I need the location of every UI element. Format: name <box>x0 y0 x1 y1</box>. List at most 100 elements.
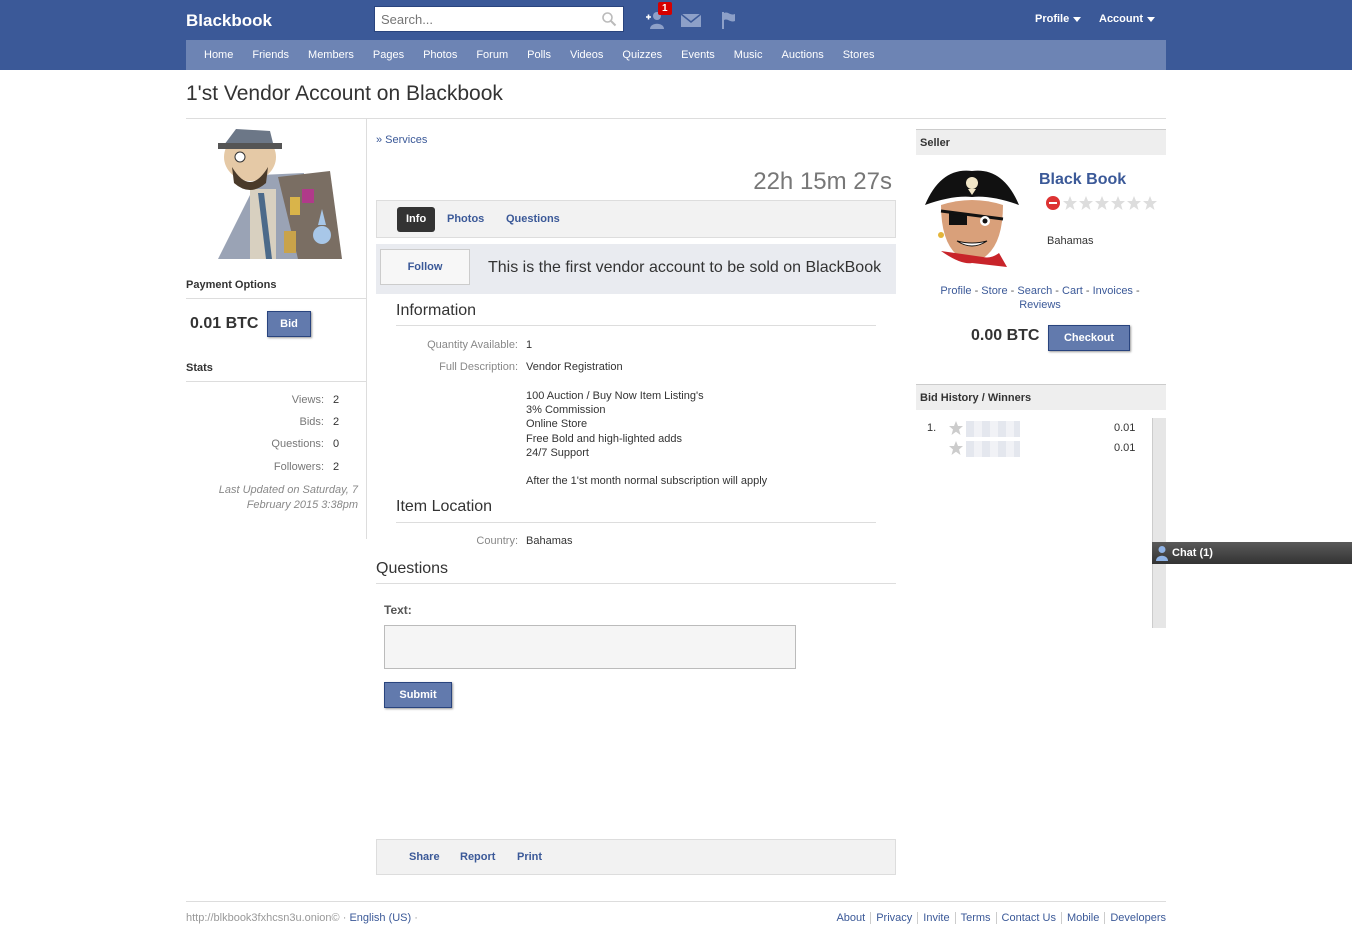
nav-photos[interactable]: Photos <box>423 40 457 70</box>
description-line: After the 1'st month normal subscription… <box>526 475 768 488</box>
account-menu[interactable]: Account <box>1099 13 1155 25</box>
payment-options-heading: Payment Options <box>186 279 366 299</box>
bid-history-row: 0.01 <box>920 439 1140 457</box>
listing-image[interactable] <box>200 127 346 259</box>
left-sidebar: Payment Options 0.01 BTC Bid Stats Views… <box>186 119 367 539</box>
bidder-name-redacted[interactable] <box>966 421 1020 437</box>
follow-button[interactable]: Follow <box>380 249 470 285</box>
seller-country: Bahamas <box>1047 235 1094 247</box>
section-divider <box>376 583 896 584</box>
submit-button[interactable]: Submit <box>384 682 452 708</box>
listing-headline: This is the first vendor account to be s… <box>488 259 882 276</box>
description-body: 100 Auction / Buy Now Item Listing's 3% … <box>526 389 767 488</box>
star-icon <box>1127 196 1141 210</box>
last-updated: Last Updated on Saturday, 7 February 201… <box>218 484 358 511</box>
listing-tabs: Info Photos Questions <box>376 200 896 238</box>
current-price: 0.01 BTC <box>190 315 259 332</box>
search-input[interactable] <box>375 7 595 31</box>
information-heading: Information <box>396 302 477 319</box>
bid-history-scrollbar[interactable] <box>1152 418 1166 628</box>
footer-developers-link[interactable]: Developers <box>1104 912 1166 924</box>
tab-questions[interactable]: Questions <box>497 207 569 232</box>
star-icon <box>1079 196 1093 210</box>
nav-quizzes[interactable]: Quizzes <box>622 40 662 70</box>
main-nav: Home Friends Members Pages Photos Forum … <box>186 40 1166 70</box>
stat-value: 2 <box>333 461 340 473</box>
notification-badge[interactable]: 1 <box>658 2 672 15</box>
section-divider <box>396 522 876 523</box>
description-line: Free Bold and high-lighted adds <box>526 432 682 445</box>
nav-members[interactable]: Members <box>308 40 354 70</box>
bid-history-heading: Bid History / Winners <box>916 384 1166 410</box>
quantity-label: Quantity Available: <box>427 339 518 351</box>
star-icon <box>1143 196 1157 210</box>
bid-amount: 0.01 <box>1114 422 1136 434</box>
follow-bar: Follow This is the first vendor account … <box>376 244 896 294</box>
description-line: Online Store <box>526 418 588 431</box>
seller-cart-link[interactable]: Cart <box>1062 285 1083 297</box>
quantity-value: 1 <box>526 339 533 351</box>
bid-button[interactable]: Bid <box>267 311 311 337</box>
nav-polls[interactable]: Polls <box>527 40 551 70</box>
stat-value: 2 <box>333 416 340 428</box>
breadcrumb[interactable]: » Services <box>376 134 427 146</box>
nav-stores[interactable]: Stores <box>843 40 875 70</box>
search-box <box>374 6 624 32</box>
stat-label: Followers: <box>273 461 324 473</box>
report-link[interactable]: Report <box>460 851 495 863</box>
seller-search-link[interactable]: Search <box>1017 285 1052 297</box>
footer-privacy-link[interactable]: Privacy <box>870 912 917 924</box>
bidder-name-redacted[interactable] <box>966 441 1020 457</box>
nav-pages[interactable]: Pages <box>373 40 404 70</box>
description-line <box>526 460 767 474</box>
checkout-button[interactable]: Checkout <box>1048 325 1130 351</box>
description-line: 24/7 Support <box>526 446 589 459</box>
seller-reviews-link[interactable]: Reviews <box>1019 299 1061 311</box>
footer-terms-link[interactable]: Terms <box>954 912 996 924</box>
footer-contact-link[interactable]: Contact Us <box>995 912 1061 924</box>
language-selector[interactable]: English (US) <box>349 912 411 924</box>
flag-icon[interactable] <box>718 10 740 30</box>
search-icon[interactable] <box>601 11 617 27</box>
share-link[interactable]: Share <box>409 851 440 863</box>
chat-bar[interactable]: Chat (1) <box>1152 542 1352 564</box>
footer-invite-link[interactable]: Invite <box>917 912 954 924</box>
mail-icon[interactable] <box>680 10 702 30</box>
footer-links: About Privacy Invite Terms Contact Us Mo… <box>831 912 1166 924</box>
nav-music[interactable]: Music <box>734 40 763 70</box>
nav-events[interactable]: Events <box>681 40 715 70</box>
nav-home[interactable]: Home <box>204 40 233 70</box>
tab-photos[interactable]: Photos <box>438 207 493 232</box>
nav-friends[interactable]: Friends <box>252 40 289 70</box>
item-location-heading: Item Location <box>396 498 493 515</box>
tab-info[interactable]: Info <box>397 207 436 232</box>
profile-menu-label: Profile <box>1035 13 1070 25</box>
stat-label: Bids: <box>299 416 324 428</box>
seller-invoices-link[interactable]: Invoices <box>1093 285 1133 297</box>
nav-forum[interactable]: Forum <box>476 40 508 70</box>
footer-mobile-link[interactable]: Mobile <box>1060 912 1104 924</box>
auction-countdown: 22h 15m 27s <box>753 168 892 195</box>
page-title: 1'st Vendor Account on Blackbook <box>186 82 503 105</box>
profile-menu[interactable]: Profile <box>1035 13 1082 25</box>
print-link[interactable]: Print <box>517 851 542 863</box>
seller-heading: Seller <box>916 129 1166 155</box>
star-icon <box>949 441 963 455</box>
footer-about-link[interactable]: About <box>831 912 870 924</box>
nav-auctions[interactable]: Auctions <box>782 40 824 70</box>
star-icon <box>1063 196 1077 210</box>
nav-videos[interactable]: Videos <box>570 40 603 70</box>
negative-feedback-icon <box>1046 196 1060 210</box>
seller-avatar[interactable] <box>921 165 1023 271</box>
seller-name[interactable]: Black Book <box>1039 171 1126 189</box>
site-url: http://blkbook3fxhcsn3u.onion© <box>186 912 340 924</box>
question-text-label: Text: <box>384 603 412 617</box>
seller-store-link[interactable]: Store <box>981 285 1007 297</box>
stat-label: Views: <box>291 394 324 406</box>
site-logo[interactable]: Blackbook <box>186 11 272 31</box>
seller-profile-link[interactable]: Profile <box>940 285 971 297</box>
bid-history-row: 1. 0.01 <box>920 419 1140 437</box>
question-textarea[interactable] <box>384 625 796 669</box>
chevron-down-icon <box>1147 16 1155 22</box>
bid-amount: 0.01 <box>1114 442 1136 454</box>
